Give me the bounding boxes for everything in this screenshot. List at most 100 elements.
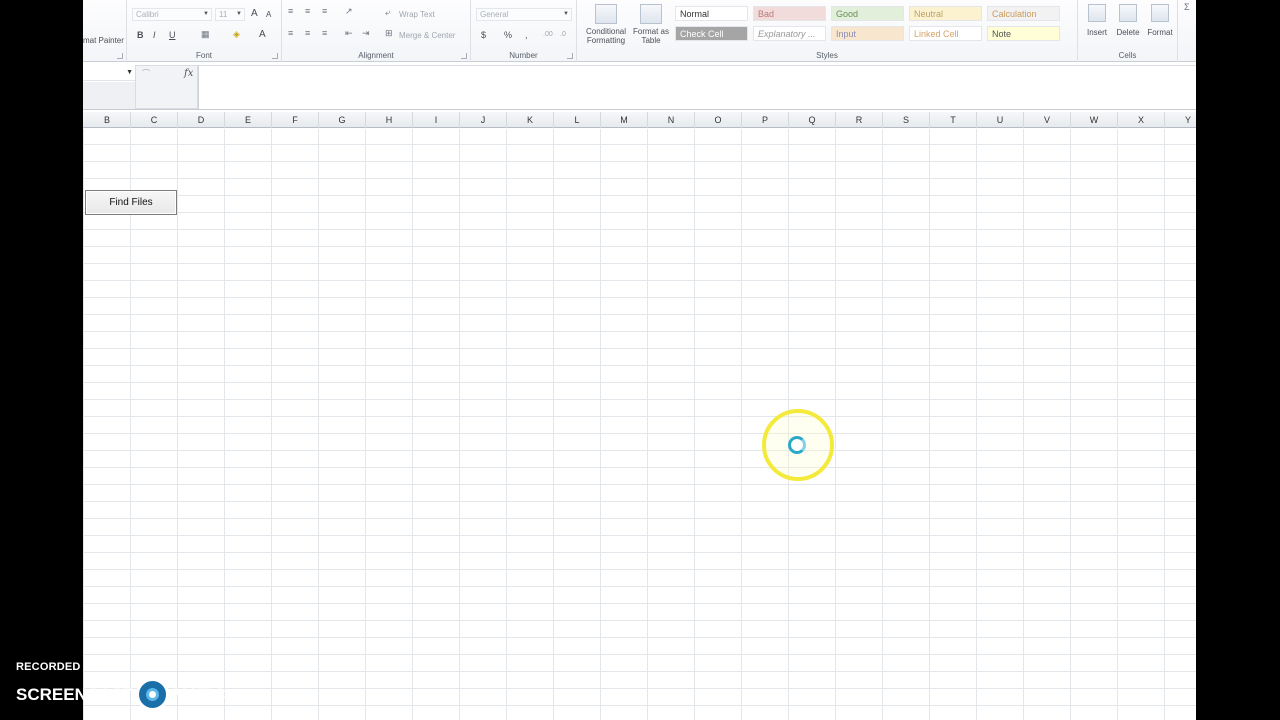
grow-font-button[interactable]: A xyxy=(251,8,258,19)
column-header-t[interactable]: T xyxy=(930,112,977,128)
column-header-v[interactable]: V xyxy=(1024,112,1071,128)
cell-style-normal[interactable]: Normal xyxy=(675,6,748,21)
bold-button[interactable]: B xyxy=(137,30,144,40)
cell-style-calculation[interactable]: Calculation xyxy=(987,6,1060,21)
column-header-n[interactable]: N xyxy=(648,112,695,128)
watermark-left-text: SCREENCAST xyxy=(16,684,134,704)
underline-button[interactable]: U xyxy=(169,30,176,40)
format-as-table-button[interactable]: Format as Table xyxy=(631,4,671,45)
borders-icon[interactable]: ▦ xyxy=(201,29,210,40)
font-launcher-icon[interactable] xyxy=(272,53,278,59)
number-format-combo[interactable]: General ▼ xyxy=(476,8,572,21)
column-header-s[interactable]: S xyxy=(883,112,930,128)
conditional-formatting-button[interactable]: Conditional Formatting xyxy=(581,4,631,45)
cells-group: Insert Delete Format Cells xyxy=(1078,0,1178,62)
insert-button[interactable]: Insert xyxy=(1082,4,1112,37)
align-left-icon[interactable]: ≡ xyxy=(288,28,293,38)
chevron-down-icon[interactable]: ▼ xyxy=(126,69,133,76)
wrap-text-button[interactable]: Wrap Text xyxy=(399,10,435,19)
column-header-p[interactable]: P xyxy=(742,112,789,128)
delete-button[interactable]: Delete xyxy=(1113,4,1143,37)
italic-button[interactable]: I xyxy=(153,30,156,40)
column-header-m[interactable]: M xyxy=(601,112,648,128)
orientation-icon[interactable]: ↗ xyxy=(345,6,353,17)
watermark-right-text: MATIC xyxy=(173,684,226,704)
cell-style-good[interactable]: Good xyxy=(831,6,904,21)
wrap-text-icon: ⤶ xyxy=(385,7,391,17)
comma-button[interactable]: , xyxy=(525,30,528,40)
conditional-formatting-label: Conditional Formatting xyxy=(585,27,627,45)
screencast-logo-icon xyxy=(136,678,170,711)
align-center-icon[interactable]: ≡ xyxy=(305,28,310,38)
column-header-g[interactable]: G xyxy=(319,112,366,128)
column-header-f[interactable]: F xyxy=(272,112,319,128)
column-header-c[interactable]: C xyxy=(131,112,178,128)
merge-center-button[interactable]: Merge & Center xyxy=(399,31,455,40)
column-header-x[interactable]: X xyxy=(1118,112,1165,128)
column-header-d[interactable]: D xyxy=(178,112,225,128)
column-header-j[interactable]: J xyxy=(460,112,507,128)
cell-style-neutral[interactable]: Neutral xyxy=(909,6,982,21)
column-header-h[interactable]: H xyxy=(366,112,413,128)
format-button[interactable]: Format xyxy=(1144,4,1176,37)
currency-button[interactable]: $ xyxy=(481,30,486,40)
cell-style-explanatory[interactable]: Explanatory ... xyxy=(753,26,826,41)
cancel-icon[interactable]: ⌒ xyxy=(142,68,150,79)
format-painter-button[interactable]: mat Painter xyxy=(83,36,124,45)
format-label: Format xyxy=(1147,28,1173,37)
watermark-top-text: RECORDED WITH xyxy=(16,661,113,673)
column-header-r[interactable]: R xyxy=(836,112,883,128)
decrease-decimal-button[interactable]: .0 xyxy=(560,31,566,38)
screencast-watermark: RECORDED WITH SCREENCAST MATIC xyxy=(16,661,226,711)
shrink-font-button[interactable]: A xyxy=(266,10,271,19)
format-as-table-icon xyxy=(640,4,662,24)
decrease-indent-icon[interactable]: ⇤ xyxy=(345,28,353,39)
delete-icon xyxy=(1119,4,1137,22)
cell-style-bad[interactable]: Bad xyxy=(753,6,826,21)
cell-area[interactable]: Find Files xyxy=(83,129,1196,720)
name-box[interactable]: ▼ xyxy=(83,67,135,81)
insert-function-button[interactable]: fx xyxy=(184,68,193,79)
font-size-combo[interactable]: 11 ▼ xyxy=(215,8,245,21)
cell-style-note[interactable]: Note xyxy=(987,26,1060,41)
column-header-o[interactable]: O xyxy=(695,112,742,128)
percent-button[interactable]: % xyxy=(504,30,512,40)
align-middle-icon[interactable]: ≡ xyxy=(305,6,310,16)
formula-buttons-area: ⌒ fx xyxy=(135,65,198,109)
column-header-b[interactable]: B xyxy=(84,112,131,128)
align-bottom-icon[interactable]: ≡ xyxy=(322,6,327,16)
formula-bar-spacer xyxy=(83,82,135,109)
font-name-combo[interactable]: Calibri ▼ xyxy=(132,8,212,21)
align-right-icon[interactable]: ≡ xyxy=(322,28,327,38)
column-header-y[interactable]: Y xyxy=(1165,112,1196,128)
column-header-k[interactable]: K xyxy=(507,112,554,128)
column-header-e[interactable]: E xyxy=(225,112,272,128)
clipboard-launcher-icon[interactable] xyxy=(117,53,123,59)
align-top-icon[interactable]: ≡ xyxy=(288,6,293,16)
font-color-button[interactable]: A xyxy=(259,29,266,40)
watermark-logo-row: SCREENCAST MATIC xyxy=(16,678,226,711)
column-header-u[interactable]: U xyxy=(977,112,1024,128)
column-header-l[interactable]: L xyxy=(554,112,601,128)
formula-bar: ▼ ⌒ fx xyxy=(83,62,1196,110)
insert-label: Insert xyxy=(1086,28,1107,37)
insert-icon xyxy=(1088,4,1106,22)
formula-input[interactable] xyxy=(199,65,1196,109)
cell-style-input[interactable]: Input xyxy=(831,26,904,41)
find-files-button[interactable]: Find Files xyxy=(85,190,177,215)
number-launcher-icon[interactable] xyxy=(567,53,573,59)
styles-group: Conditional Formatting Format as Table N… xyxy=(577,0,1078,62)
alignment-launcher-icon[interactable] xyxy=(461,53,467,59)
cell-style-linked-cell[interactable]: Linked Cell xyxy=(909,26,982,41)
cell-style-check-cell[interactable]: Check Cell xyxy=(675,26,748,41)
chevron-down-icon: ▼ xyxy=(203,11,209,17)
chevron-down-icon: ▼ xyxy=(563,11,569,17)
autosum-icon[interactable]: Σ xyxy=(1184,2,1190,12)
fill-color-icon[interactable]: ◈ xyxy=(233,29,240,40)
conditional-formatting-icon xyxy=(595,4,617,24)
column-header-q[interactable]: Q xyxy=(789,112,836,128)
column-header-i[interactable]: I xyxy=(413,112,460,128)
column-header-w[interactable]: W xyxy=(1071,112,1118,128)
increase-indent-icon[interactable]: ⇥ xyxy=(362,28,370,39)
increase-decimal-button[interactable]: .00 xyxy=(543,31,553,38)
